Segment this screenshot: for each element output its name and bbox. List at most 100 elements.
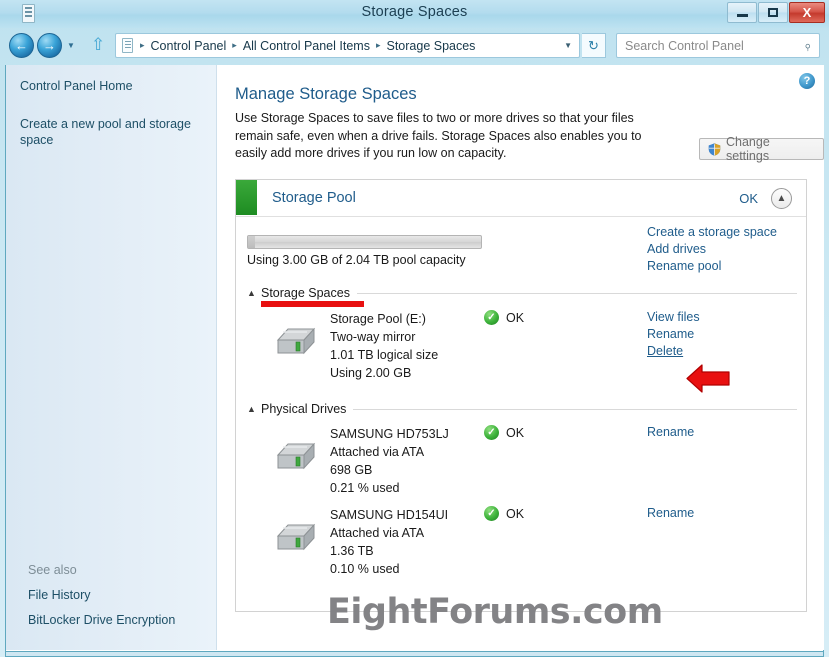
storage-space-status-label: OK — [506, 310, 525, 325]
check-circle-icon: ✓ — [484, 425, 499, 440]
sidebar-item-control-panel-home[interactable]: Control Panel Home — [6, 78, 147, 94]
sidebar-item-file-history[interactable]: File History — [6, 588, 113, 602]
group-rule-storage-spaces — [356, 292, 797, 294]
refresh-button[interactable]: ↻ — [582, 33, 606, 58]
breadcrumb-sep-2: ▸ — [375, 40, 381, 50]
address-dropdown-icon[interactable]: ▼ — [564, 41, 572, 50]
check-circle-icon: ✓ — [484, 310, 499, 325]
navigation-bar: ← → ▼ ⇧ ▸ Control Panel ▸ All Control Pa… — [0, 28, 829, 65]
window-controls: X — [726, 2, 825, 23]
physical-drive-status: ✓ OK — [484, 425, 524, 440]
storage-pool-header: Storage Pool OK ▲ — [236, 180, 806, 217]
page-description: Use Storage Spaces to save files to two … — [235, 111, 642, 160]
storage-pool-status: OK — [739, 190, 758, 206]
rename-drive-link[interactable]: Rename — [647, 425, 694, 439]
physical-drive-row: SAMSUNG HD753LJ Attached via ATA 698 GB … — [236, 425, 808, 503]
physical-drive-used: 0.21 % used — [330, 481, 400, 495]
physical-drive-attachment: Attached via ATA — [330, 445, 425, 459]
search-icon: ⌕ — [799, 37, 815, 54]
breadcrumb: ▸ Control Panel ▸ All Control Panel Item… — [136, 39, 477, 53]
page-title: Manage Storage Spaces — [235, 85, 417, 103]
window-title: Storage Spaces — [361, 4, 468, 20]
breadcrumb-item-storage-spaces[interactable]: Storage Spaces — [384, 39, 477, 53]
pool-action-links: Create a storage space Add drives Rename… — [647, 225, 777, 273]
minimize-button[interactable] — [727, 2, 757, 23]
chevron-up-icon: ▲ — [776, 192, 787, 204]
storage-space-used: Using 2.00 GB — [330, 366, 412, 380]
search-input[interactable]: Search Control Panel ⌕ — [616, 33, 820, 58]
check-circle-icon: ✓ — [484, 506, 499, 521]
forward-arrow-icon: → — [43, 38, 56, 53]
forward-button[interactable]: → — [37, 33, 62, 58]
group-label-storage-spaces: Storage Spaces — [261, 286, 350, 300]
storage-space-resiliency: Two-way mirror — [330, 330, 416, 344]
storage-spaces-highlight — [261, 301, 364, 307]
nav-arrow-group: ← → ▼ — [9, 33, 75, 58]
physical-drive-status: ✓ OK — [484, 506, 524, 521]
status-bar — [5, 652, 824, 657]
sidebar-see-also-label: See also — [28, 563, 77, 577]
create-storage-space-link[interactable]: Create a storage space — [647, 225, 777, 239]
pool-status-swatch — [236, 180, 257, 215]
main-content: ? Manage Storage Spaces Use Storage Spac… — [218, 65, 824, 650]
storage-space-links: View files Rename Delete — [647, 310, 700, 358]
sidebar-item-bitlocker[interactable]: BitLocker Drive Encryption — [6, 613, 197, 627]
physical-drive-capacity: 1.36 TB — [330, 544, 374, 558]
sidebar-item-create-pool[interactable]: Create a new pool and storage space — [6, 116, 224, 148]
window-root: Storage Spaces X ← → ▼ ⇧ ▸ Control Panel… — [0, 0, 829, 657]
back-button[interactable]: ← — [9, 33, 34, 58]
rename-drive-link[interactable]: Rename — [647, 506, 694, 520]
physical-drive-capacity: 698 GB — [330, 463, 373, 477]
physical-drive-links: Rename — [647, 506, 694, 520]
change-settings-label: Change settings — [726, 135, 770, 163]
pool-usage-label: Using 3.00 GB of 2.04 TB pool capacity — [247, 253, 466, 267]
physical-drive-name: SAMSUNG HD154UI — [330, 508, 449, 522]
minimize-icon — [736, 14, 748, 17]
content-frame: Control Panel Home Create a new pool and… — [5, 65, 824, 652]
drive-icon — [274, 439, 318, 474]
title-bar: Storage Spaces X — [0, 0, 829, 28]
group-label-physical-drives: Physical Drives — [261, 402, 347, 416]
address-bar-icon — [122, 38, 133, 53]
pool-usage-row: Using 3.00 GB of 2.04 TB pool capacity C… — [236, 217, 806, 279]
physical-drive-info: SAMSUNG HD753LJ Attached via ATA 698 GB … — [330, 425, 449, 497]
maximize-button[interactable] — [758, 2, 788, 23]
chevron-up-icon-storage-spaces: ▲ — [247, 288, 256, 298]
pool-usage-progressbar — [247, 235, 482, 249]
collapse-pool-button[interactable]: ▲ — [771, 187, 792, 209]
group-rule-physical-drives — [353, 408, 797, 410]
recent-pages-dropdown[interactable]: ▼ — [67, 41, 75, 50]
physical-drive-info: SAMSUNG HD154UI Attached via ATA 1.36 TB… — [330, 506, 448, 578]
sidebar: Control Panel Home Create a new pool and… — [6, 65, 217, 650]
physical-drive-used: 0.10 % used — [330, 562, 400, 576]
rename-space-link[interactable]: Rename — [647, 327, 700, 341]
physical-drive-name: SAMSUNG HD753LJ — [330, 427, 449, 441]
physical-drive-links: Rename — [647, 425, 694, 439]
breadcrumb-sep-0: ▸ — [140, 40, 145, 50]
view-files-link[interactable]: View files — [647, 310, 700, 324]
physical-drive-status-label: OK — [506, 506, 525, 521]
annotation-arrow-icon — [685, 362, 731, 395]
group-header-storage-spaces[interactable]: ▲ Storage Spaces — [247, 285, 797, 301]
breadcrumb-sep-1: ▸ — [232, 40, 237, 50]
storage-pool-title: Storage Pool — [272, 190, 356, 206]
storage-space-status: ✓ OK — [484, 310, 524, 325]
physical-drive-status-label: OK — [506, 425, 525, 440]
group-header-physical-drives[interactable]: ▲ Physical Drives — [247, 401, 797, 417]
address-bar[interactable]: ▸ Control Panel ▸ All Control Panel Item… — [115, 33, 580, 58]
add-drives-link[interactable]: Add drives — [647, 242, 777, 256]
change-settings-button[interactable]: Change settings — [699, 135, 824, 163]
chevron-up-icon-physical-drives: ▲ — [247, 404, 256, 414]
storage-pool-panel: Storage Pool OK ▲ Using 3.00 GB of 2.04 … — [235, 179, 807, 612]
help-icon[interactable]: ? — [799, 73, 815, 89]
storage-space-name: Storage Pool (E:) — [330, 312, 426, 326]
shield-icon — [708, 142, 721, 156]
close-button[interactable]: X — [789, 2, 825, 23]
physical-drive-attachment: Attached via ATA — [330, 526, 425, 540]
delete-space-link[interactable]: Delete — [647, 344, 700, 358]
breadcrumb-item-control-panel[interactable]: Control Panel — [149, 39, 229, 53]
physical-drive-row: SAMSUNG HD154UI Attached via ATA 1.36 TB… — [236, 506, 808, 584]
breadcrumb-item-all-control-panel-items[interactable]: All Control Panel Items — [241, 39, 372, 53]
rename-pool-link[interactable]: Rename pool — [647, 259, 777, 273]
drive-icon — [274, 324, 318, 359]
